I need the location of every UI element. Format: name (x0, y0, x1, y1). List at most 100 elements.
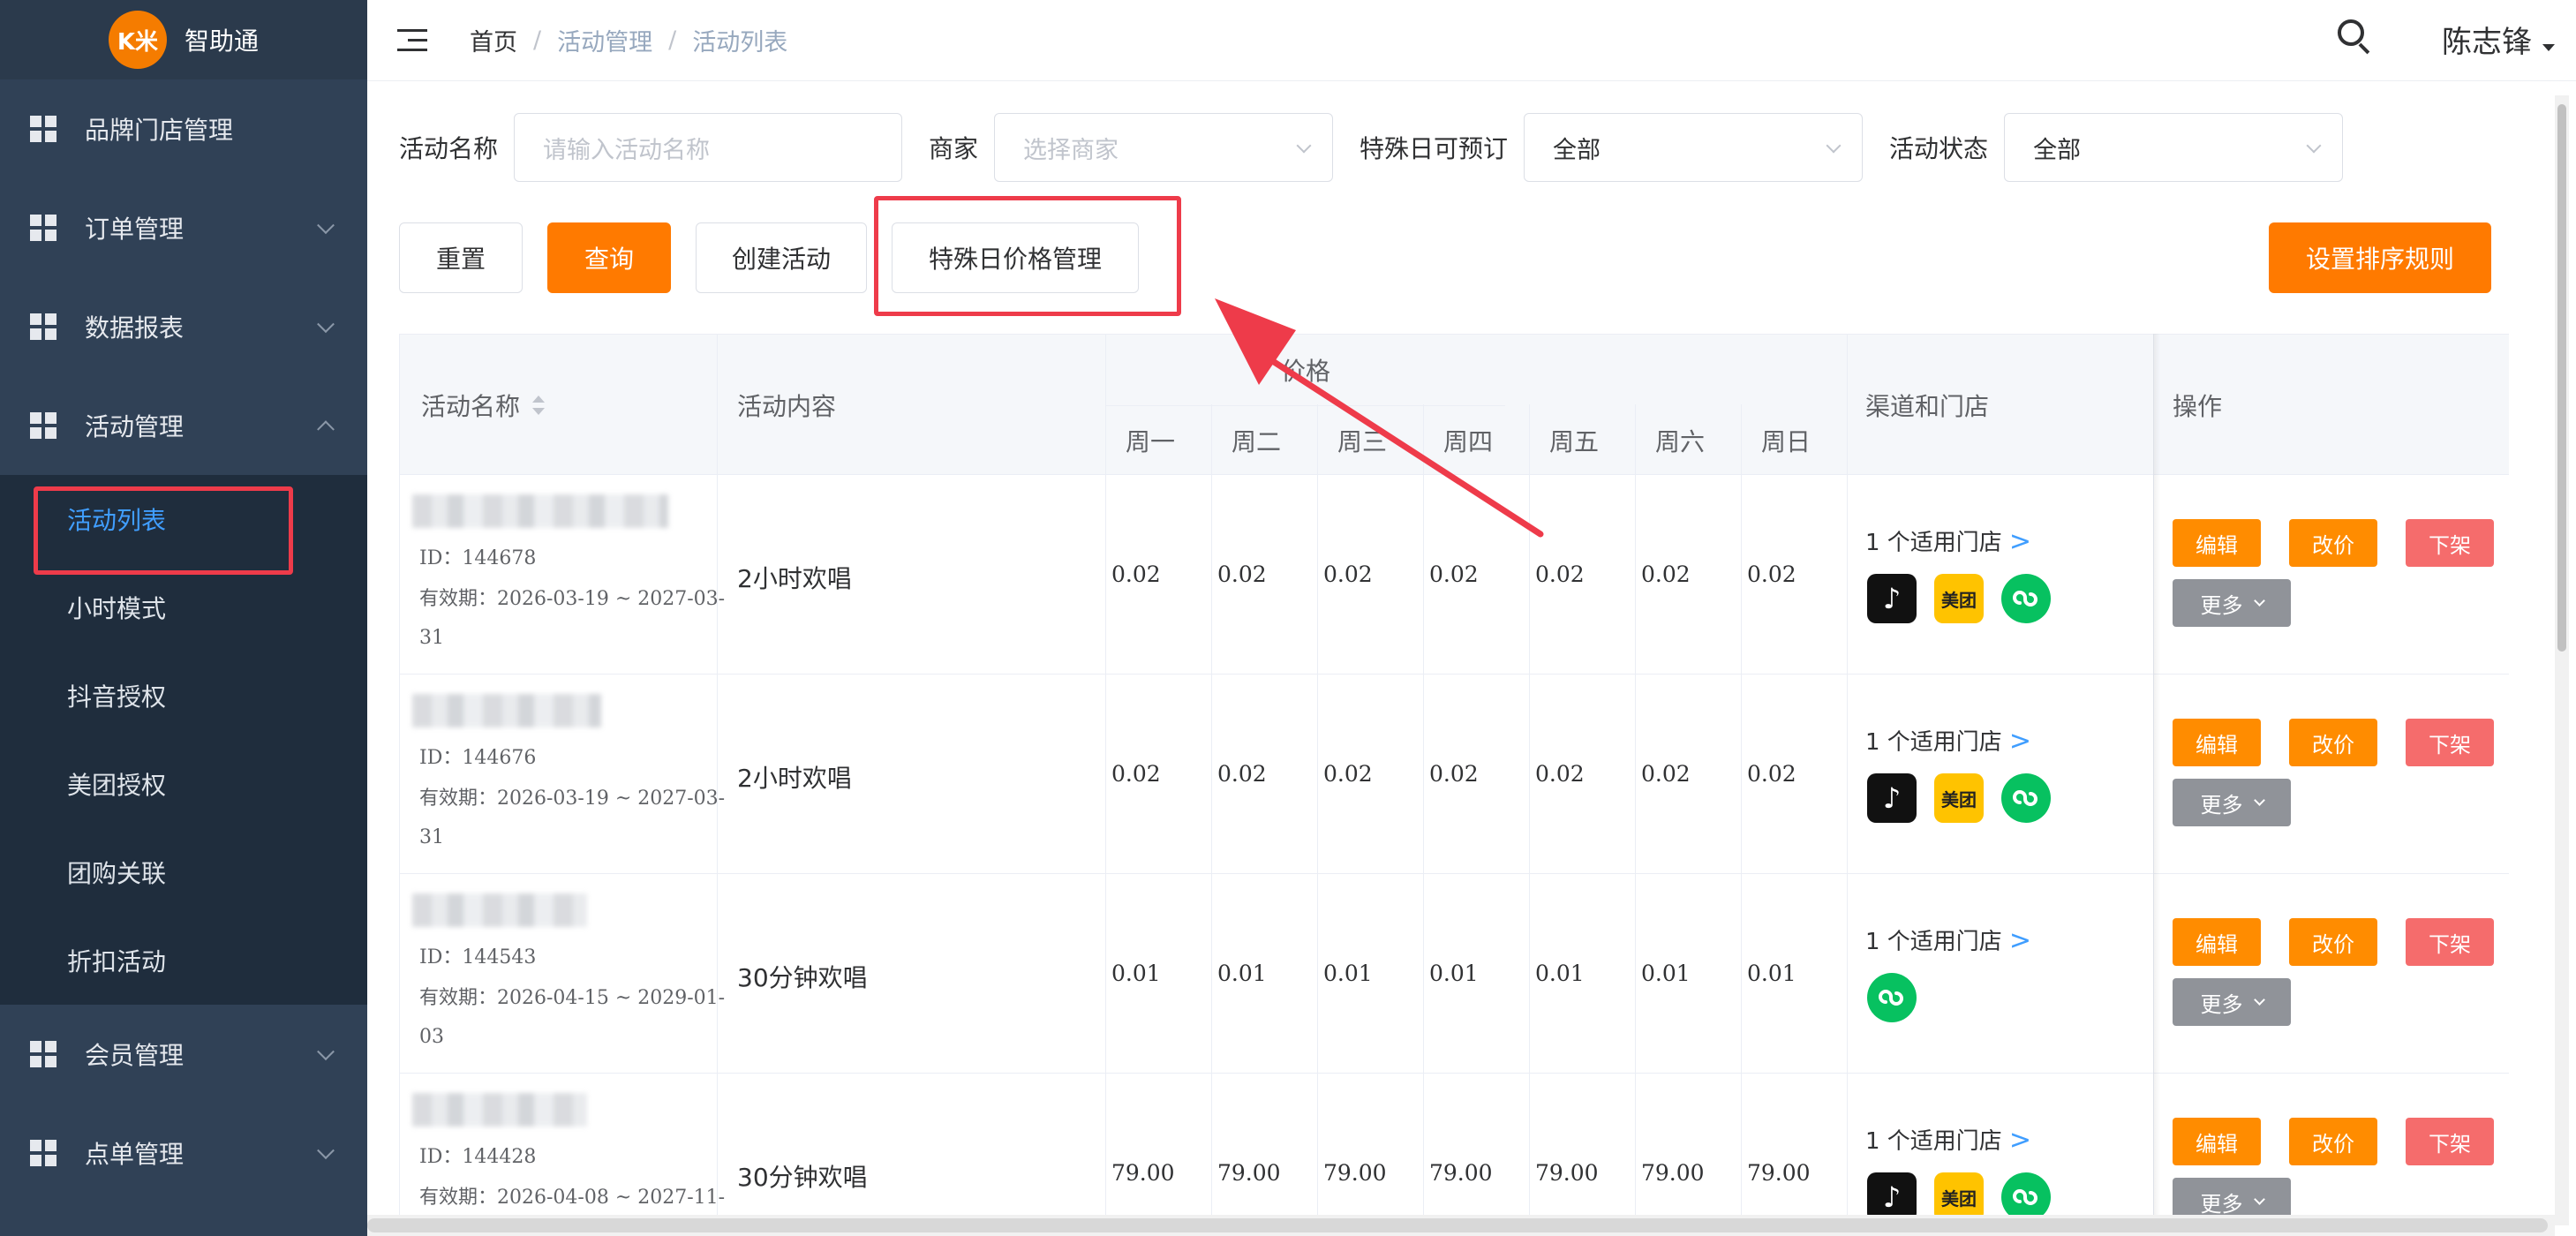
more-button[interactable]: 更多 (2173, 978, 2291, 1026)
activity-validity: 有效期：2026-04-08 ~ 2027-11- (419, 1187, 726, 1209)
reprice-button[interactable]: 改价 (2289, 1118, 2377, 1165)
breadcrumb-separator: / (668, 26, 677, 54)
grid-icon (30, 412, 56, 439)
activity-validity-end: 31 (419, 627, 444, 649)
price-cell: 79.00 (1323, 1160, 1387, 1186)
special-price-button[interactable]: 特殊日价格管理 (892, 222, 1139, 293)
chevron-right-icon: > (2008, 526, 2031, 557)
take-down-button[interactable]: 下架 (2406, 519, 2494, 567)
price-cell: 79.00 (1429, 1160, 1493, 1186)
scrollbar-thumb[interactable] (367, 1218, 2548, 1232)
applicable-stores-link[interactable]: 1 个适用门店 > (1865, 724, 2031, 757)
search-icon[interactable] (2338, 19, 2371, 55)
applicable-stores-link[interactable]: 1 个适用门店 > (1865, 1123, 2031, 1156)
sidebar-item-orders[interactable]: 订单管理 (0, 178, 367, 277)
merchant-select[interactable]: 选择商家 (994, 113, 1334, 182)
edit-button[interactable]: 编辑 (2173, 918, 2261, 966)
column-header-price: 价格 (1280, 357, 1330, 386)
activity-name-input[interactable]: 请输入活动名称 (514, 113, 903, 182)
activity-validity-end: 03 (419, 1026, 444, 1048)
activity-content: 30分钟欢唱 (737, 963, 868, 992)
menu-toggle-icon[interactable] (397, 28, 427, 52)
chevron-up-icon (317, 420, 335, 439)
more-label: 更多 (2200, 991, 2243, 1017)
more-button[interactable]: 更多 (2173, 779, 2291, 826)
sidebar: K米 智助通 品牌门店管理 订单管理 数据报表 活动管理 活动列表 小时模式 抖… (0, 0, 367, 1236)
sidebar-item-brand-stores[interactable]: 品牌门店管理 (0, 79, 367, 178)
activity-id: ID：144676 (419, 747, 537, 769)
filter-label-special: 特殊日可预订 (1360, 134, 1509, 163)
special-day-select[interactable]: 全部 (1524, 113, 1864, 182)
submenu-item-douyin-auth[interactable]: 抖音授权 (0, 652, 367, 740)
column-header-content: 活动内容 (737, 392, 837, 421)
submenu-item-group-buy[interactable]: 团购关联 (0, 828, 367, 916)
user-name[interactable]: 陈志锋 (2442, 18, 2532, 61)
price-cell: 0.01 (1535, 961, 1585, 986)
sidebar-item-activities[interactable]: 活动管理 (0, 376, 367, 475)
reprice-button[interactable]: 改价 (2289, 519, 2377, 567)
sidebar-item-label: 活动管理 (85, 412, 185, 441)
submenu-item-hour-mode[interactable]: 小时模式 (0, 563, 367, 652)
breadcrumb-activities[interactable]: 活动管理 (557, 23, 652, 57)
stores-label: 1 个适用门店 (1865, 1128, 2002, 1155)
miniprogram-icon (2001, 574, 2051, 623)
app-root: K米 智助通 品牌门店管理 订单管理 数据报表 活动管理 活动列表 小时模式 抖… (0, 0, 2576, 1236)
sort-icon[interactable] (532, 396, 546, 415)
reset-button[interactable]: 重置 (399, 222, 523, 293)
horizontal-scrollbar[interactable] (367, 1215, 2555, 1236)
create-activity-button[interactable]: 创建活动 (696, 222, 867, 293)
take-down-button[interactable]: 下架 (2406, 918, 2494, 966)
logo-bar[interactable]: K米 智助通 (0, 0, 367, 79)
reprice-button[interactable]: 改价 (2289, 918, 2377, 966)
sidebar-item-label: 会员管理 (85, 1041, 185, 1070)
miniprogram-icon (2001, 773, 2051, 823)
applicable-stores-link[interactable]: 1 个适用门店 > (1865, 524, 2031, 557)
blurred-activity-name (412, 893, 587, 927)
submenu-item-discount[interactable]: 折扣活动 (0, 916, 367, 1005)
edit-button[interactable]: 编辑 (2173, 719, 2261, 766)
submenu-item-activity-list[interactable]: 活动列表 (0, 475, 367, 563)
breadcrumb-home[interactable]: 首页 (470, 23, 517, 57)
sidebar-item-reports[interactable]: 数据报表 (0, 277, 367, 376)
breadcrumb: 首页 / 活动管理 / 活动列表 (470, 23, 787, 57)
sidebar-item-label: 品牌门店管理 (85, 116, 234, 145)
chevron-down-icon (317, 315, 335, 334)
sort-rule-button[interactable]: 设置排序规则 (2269, 222, 2491, 293)
status-select[interactable]: 全部 (2004, 113, 2344, 182)
edit-button[interactable]: 编辑 (2173, 1118, 2261, 1165)
price-cell: 0.02 (1217, 561, 1267, 587)
caret-down-icon[interactable] (2542, 44, 2555, 51)
column-header-mon: 周一 (1126, 427, 1176, 456)
take-down-button[interactable]: 下架 (2406, 719, 2494, 766)
blurred-activity-name (412, 1093, 587, 1127)
grid-icon (30, 1041, 56, 1067)
price-cell: 0.02 (1323, 761, 1373, 787)
applicable-stores-link[interactable]: 1 个适用门店 > (1865, 923, 2031, 956)
top-header: 首页 / 活动管理 / 活动列表 (367, 0, 2576, 81)
submenu-item-meituan-auth[interactable]: 美团授权 (0, 740, 367, 828)
filter-label-status: 活动状态 (1889, 134, 1989, 163)
edit-button[interactable]: 编辑 (2173, 519, 2261, 567)
reprice-button[interactable]: 改价 (2289, 719, 2377, 766)
query-button[interactable]: 查询 (547, 222, 671, 293)
column-header-name[interactable]: 活动名称 (421, 335, 546, 476)
douyin-icon: ♪ (1867, 773, 1917, 823)
filter-bar: 活动名称 请输入活动名称 商家 选择商家 特殊日可预订 全部 活动状态 全部 (399, 113, 2369, 182)
sidebar-item-members[interactable]: 会员管理 (0, 1005, 367, 1104)
meituan-icon: 美团 (1934, 574, 1984, 623)
price-cell: 0.02 (1323, 561, 1373, 587)
scrollbar-thumb[interactable] (2557, 104, 2566, 652)
vertical-scrollbar[interactable] (2555, 95, 2569, 1225)
price-cell: 0.02 (1535, 561, 1585, 587)
chevron-right-icon: > (2008, 726, 2031, 757)
douyin-icon: ♪ (1867, 574, 1917, 623)
column-header-sun: 周日 (1761, 427, 1811, 456)
price-cell: 0.01 (1747, 961, 1796, 986)
more-button[interactable]: 更多 (2173, 579, 2291, 627)
column-header-wed: 周三 (1337, 427, 1388, 456)
price-cell: 0.01 (1641, 961, 1691, 986)
take-down-button[interactable]: 下架 (2406, 1118, 2494, 1165)
sidebar-item-ordering[interactable]: 点单管理 (0, 1104, 367, 1202)
stores-label: 1 个适用门店 (1865, 530, 2002, 556)
grid-icon (30, 313, 56, 340)
